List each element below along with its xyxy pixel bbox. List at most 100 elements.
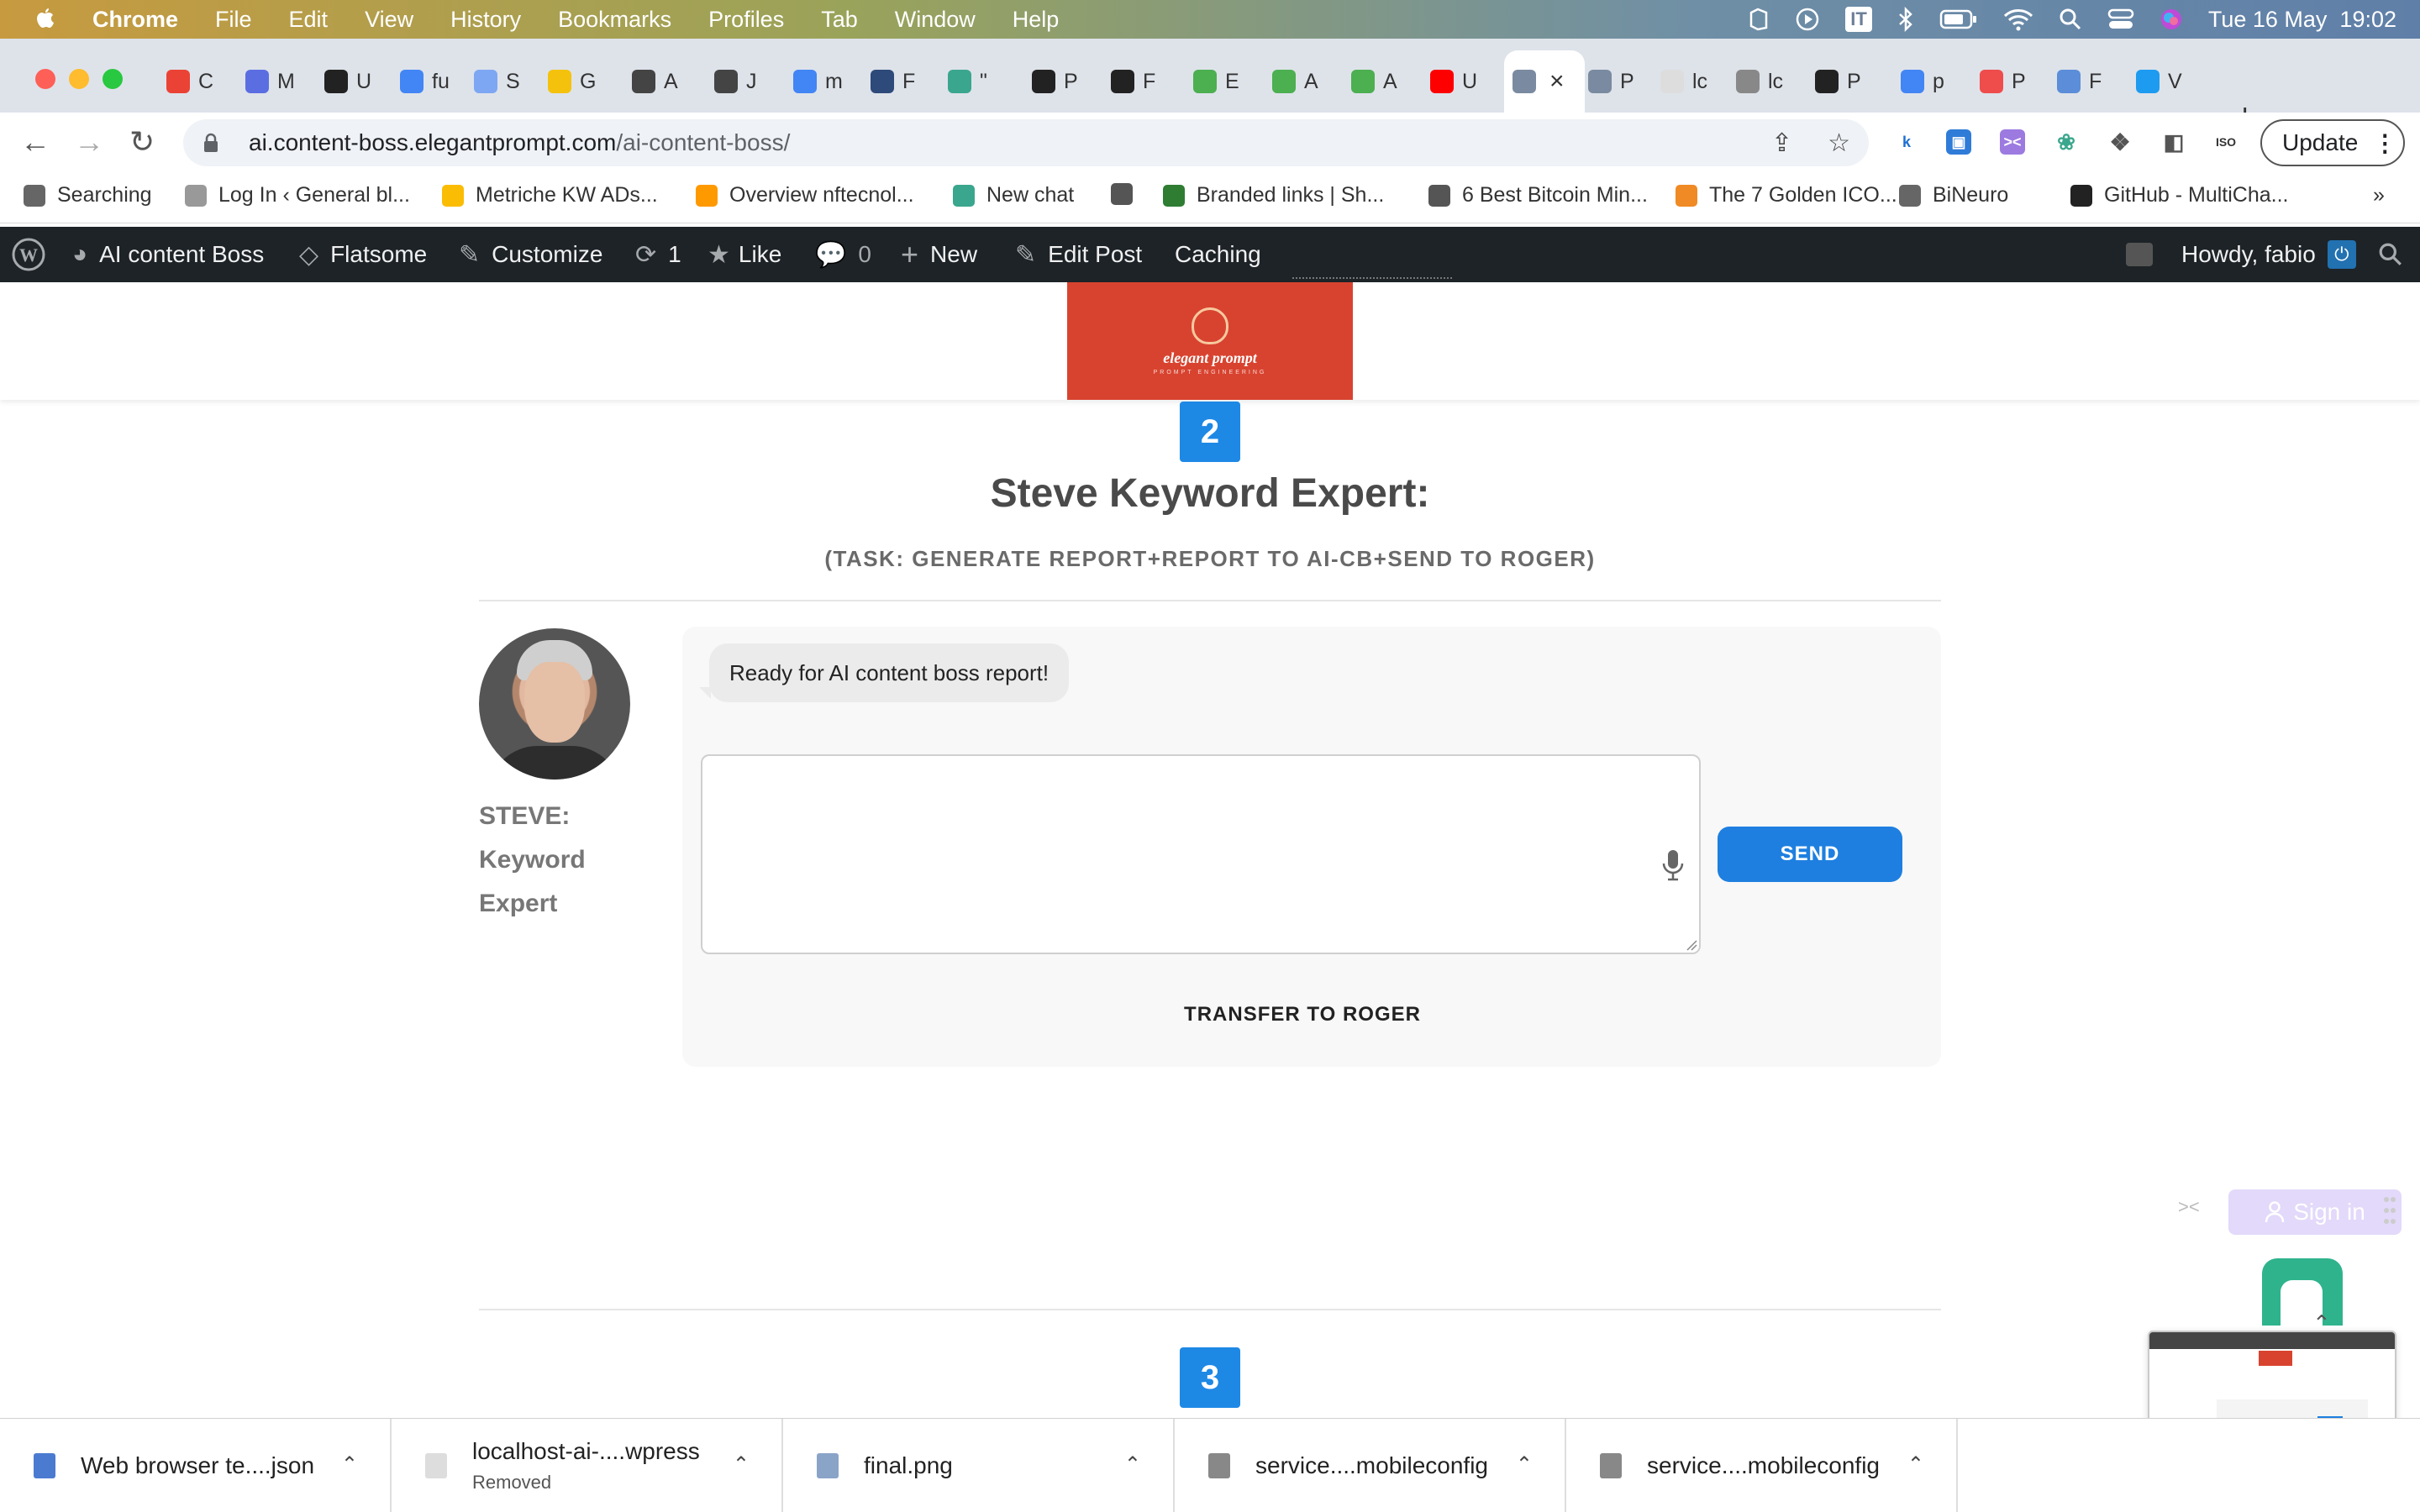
bluetooth-icon[interactable] bbox=[1897, 7, 1914, 32]
browser-tab[interactable]: " bbox=[948, 50, 1017, 113]
zoom-window-button[interactable] bbox=[103, 69, 123, 89]
reload-icon[interactable]: ↻ bbox=[129, 124, 155, 160]
wp-site-menu[interactable]: ◕ AI content Boss bbox=[72, 227, 264, 282]
lock-icon[interactable] bbox=[203, 133, 218, 153]
chevron-up-icon[interactable]: ⌃ bbox=[733, 1452, 750, 1477]
wp-caching-menu[interactable]: Caching bbox=[1175, 227, 1261, 282]
download-item[interactable]: service....mobileconfig ⌃ bbox=[1175, 1419, 1566, 1512]
profile-badge-icon[interactable]: ISO bbox=[2213, 129, 2238, 155]
bookmark-item[interactable]: Log In ‹ General bl... bbox=[185, 183, 410, 207]
wp-account-menu[interactable]: Howdy, fabio ⏻ bbox=[2181, 227, 2356, 282]
wp-search-icon[interactable] bbox=[2378, 227, 2403, 282]
drag-grip-icon[interactable] bbox=[2383, 1196, 2396, 1225]
wp-comments-link[interactable]: 💬 0 bbox=[815, 227, 871, 282]
browser-tab[interactable]: A bbox=[632, 50, 701, 113]
browser-tab[interactable]: m bbox=[793, 50, 862, 113]
browser-tab[interactable]: P bbox=[1032, 50, 1101, 113]
minimize-window-button[interactable] bbox=[69, 69, 89, 89]
control-center-icon[interactable] bbox=[2107, 8, 2134, 31]
download-item[interactable]: service....mobileconfig ⌃ bbox=[1566, 1419, 1958, 1512]
browser-tab[interactable]: U bbox=[324, 50, 393, 113]
keywords-ext-icon[interactable]: k bbox=[1894, 129, 1919, 155]
bookmark-item[interactable] bbox=[1111, 183, 1144, 205]
microphone-icon[interactable] bbox=[1660, 848, 1686, 882]
send-button[interactable]: SEND bbox=[1718, 827, 1902, 882]
chevron-up-icon[interactable]: ⌃ bbox=[341, 1452, 358, 1477]
browser-tab[interactable]: F bbox=[2057, 50, 2126, 113]
extension-mini-icon[interactable]: >< bbox=[2178, 1196, 2200, 1218]
browser-tab[interactable]: M bbox=[245, 50, 314, 113]
download-item[interactable]: Web browser te....json ⌃ bbox=[0, 1419, 392, 1512]
browser-tab[interactable]: C bbox=[166, 50, 235, 113]
evernote-icon[interactable] bbox=[1748, 8, 1770, 31]
bookmark-star-icon[interactable]: ☆ bbox=[1828, 129, 1850, 158]
browser-tab[interactable]: P bbox=[1588, 50, 1657, 113]
chevron-up-icon[interactable]: ⌃ bbox=[1516, 1452, 1533, 1477]
wp-theme-menu[interactable]: ◇ Flatsome bbox=[299, 227, 427, 282]
spotlight-icon[interactable] bbox=[2059, 8, 2082, 31]
message-input[interactable] bbox=[701, 754, 1701, 954]
browser-tab[interactable]: × bbox=[1504, 50, 1585, 113]
wp-customize-link[interactable]: ✎ Customize bbox=[459, 227, 602, 282]
extensions-puzzle-icon[interactable]: ❖ bbox=[2107, 129, 2133, 155]
kebab-menu-icon[interactable]: ⋮ bbox=[2373, 129, 2396, 157]
download-item[interactable]: localhost-ai-....wpress Removed ⌃ bbox=[392, 1419, 783, 1512]
browser-tab[interactable]: F bbox=[871, 50, 939, 113]
bookmark-item[interactable]: Branded links | Sh... bbox=[1163, 183, 1384, 207]
menu-profiles[interactable]: Profiles bbox=[708, 7, 784, 33]
menu-view[interactable]: View bbox=[365, 7, 413, 33]
update-button[interactable]: Update ⋮ bbox=[2260, 119, 2405, 166]
browser-tab[interactable]: A bbox=[1272, 50, 1341, 113]
bookmarks-overflow-icon[interactable]: » bbox=[2373, 183, 2385, 207]
bookmark-item[interactable]: GitHub - MultiCha... bbox=[2070, 183, 2289, 207]
browser-tab[interactable]: lc bbox=[1660, 50, 1729, 113]
share-icon[interactable]: ⇪ bbox=[1771, 129, 1792, 158]
site-logo[interactable]: elegant prompt PROMPT ENGINEERING bbox=[1067, 282, 1353, 400]
browser-tab[interactable]: lc bbox=[1736, 50, 1805, 113]
close-tab-icon[interactable]: × bbox=[1549, 67, 1565, 96]
openai-ext-icon[interactable]: ❀ bbox=[2054, 129, 2079, 155]
browser-tab[interactable]: V bbox=[2136, 50, 2205, 113]
forward-arrow-icon[interactable]: → bbox=[74, 124, 104, 160]
browser-tab[interactable]: E bbox=[1193, 50, 1262, 113]
input-source-badge[interactable]: IT bbox=[1845, 7, 1872, 32]
browser-tab[interactable]: P bbox=[1815, 50, 1884, 113]
browser-tab[interactable]: J bbox=[714, 50, 783, 113]
transfer-to-roger-button[interactable]: TRANSFER TO ROGER bbox=[1160, 1003, 1445, 1026]
menu-help[interactable]: Help bbox=[1013, 7, 1060, 33]
download-item[interactable]: final.png ⌃ bbox=[783, 1419, 1175, 1512]
menu-edit[interactable]: Edit bbox=[289, 7, 329, 33]
bookmark-item[interactable]: Searching bbox=[24, 183, 152, 207]
notifications-icon[interactable] bbox=[2126, 227, 2153, 282]
close-window-button[interactable] bbox=[35, 69, 55, 89]
bookmark-item[interactable]: 6 Best Bitcoin Min... bbox=[1428, 183, 1648, 207]
menu-bookmarks[interactable]: Bookmarks bbox=[558, 7, 671, 33]
browser-tab[interactable]: F bbox=[1111, 50, 1180, 113]
menubar-clock[interactable]: Tue 16 May 19:02 bbox=[2208, 7, 2396, 33]
browser-tab[interactable]: P bbox=[1980, 50, 2049, 113]
bookmark-item[interactable]: BiNeuro bbox=[1899, 183, 2008, 207]
chevron-up-icon[interactable]: ⌃ bbox=[1907, 1452, 1924, 1477]
wp-updates-link[interactable]: ⟳ 1 bbox=[635, 227, 681, 282]
wordpress-logo-icon[interactable]: W bbox=[12, 227, 45, 282]
siri-icon[interactable] bbox=[2160, 8, 2183, 31]
browser-tab[interactable]: G bbox=[548, 50, 617, 113]
wifi-icon[interactable] bbox=[2003, 8, 2033, 31]
bookmark-item[interactable]: New chat bbox=[953, 183, 1074, 207]
bookmark-item[interactable]: Metriche KW ADs... bbox=[442, 183, 658, 207]
side-panel-icon[interactable]: ◧ bbox=[2161, 129, 2186, 155]
play-icon[interactable] bbox=[1795, 7, 1820, 32]
wp-like-link[interactable]: ★ Like bbox=[708, 227, 781, 282]
address-bar[interactable]: ai.content-boss.elegantprompt.com/ai-con… bbox=[183, 119, 1869, 166]
resize-handle-icon[interactable] bbox=[1686, 939, 1697, 951]
reader-ext-icon[interactable]: ▣ bbox=[1946, 129, 1971, 155]
menu-window[interactable]: Window bbox=[895, 7, 976, 33]
menu-history[interactable]: History bbox=[450, 7, 521, 33]
back-arrow-icon[interactable]: ← bbox=[20, 124, 50, 160]
bookmark-item[interactable]: Overview nftecnol... bbox=[696, 183, 914, 207]
apple-icon[interactable] bbox=[34, 7, 55, 32]
battery-icon[interactable] bbox=[1939, 8, 1978, 30]
purple-ext-icon[interactable]: >< bbox=[2000, 129, 2025, 155]
wp-new-menu[interactable]: + New bbox=[901, 227, 977, 282]
menu-chrome[interactable]: Chrome bbox=[92, 7, 178, 33]
